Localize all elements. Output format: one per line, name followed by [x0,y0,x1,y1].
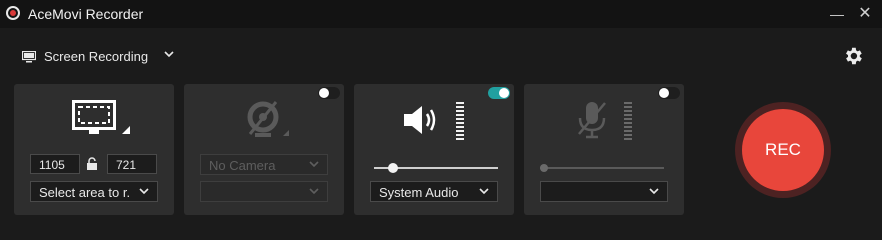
app-title: AceMovi Recorder [28,6,144,22]
app-logo-icon [6,6,20,20]
recording-mode-label: Screen Recording [44,49,149,64]
rec-button[interactable]: REC [742,109,824,191]
level-segment [456,114,464,116]
system-audio-value: System Audio [379,185,459,200]
camera-select-value: No Camera [209,158,276,173]
slider-thumb[interactable] [387,163,398,173]
settings-gear-icon[interactable] [842,45,864,67]
area-select-value: Select area to r... [39,185,131,200]
system-audio-panel: System Audio [354,84,514,215]
chevron-down-icon [649,188,659,195]
level-segment [456,102,464,104]
camera-resolution-dropdown[interactable] [200,181,328,202]
chevron-down-icon [309,188,319,195]
camera-select-dropdown[interactable]: No Camera [200,154,328,175]
microphone-off-icon[interactable] [576,100,608,140]
level-segment [624,118,632,120]
system-audio-toggle[interactable] [488,87,510,99]
minimize-button[interactable]: — [826,4,848,24]
level-segment [456,130,464,132]
width-input[interactable]: 1105 [30,154,80,174]
area-select-dropdown[interactable]: Select area to r... [30,181,158,202]
close-button[interactable]: ✕ [854,4,876,24]
speaker-icon[interactable] [402,104,442,136]
chevron-down-icon [164,51,174,58]
microphone-level-meter [624,102,632,142]
level-segment [624,114,632,116]
level-segment [624,106,632,108]
level-segment [624,110,632,112]
level-segment [456,106,464,108]
unlock-icon[interactable] [86,157,98,171]
level-segment [456,126,464,128]
screen-area-icon[interactable] [72,100,132,136]
camera-panel: No Camera [184,84,344,215]
microphone-toggle[interactable] [658,87,680,99]
microphone-panel [524,84,684,215]
level-segment [456,122,464,124]
level-segment [624,138,632,140]
slider-thumb[interactable] [540,164,548,172]
toggle-knob [659,88,669,98]
chevron-down-icon [309,161,319,168]
level-segment [624,122,632,124]
level-segment [456,118,464,120]
level-segment [624,126,632,128]
screen-panel: 1105 721 Select area to r... [14,84,174,215]
camera-off-icon[interactable] [246,100,292,140]
title-bar: AceMovi Recorder — ✕ [0,0,882,28]
level-segment [456,110,464,112]
camera-toggle[interactable] [318,87,340,99]
microphone-dropdown[interactable] [540,181,668,202]
height-input[interactable]: 721 [107,154,157,174]
level-segment [624,134,632,136]
chevron-down-icon [479,188,489,195]
level-segment [624,102,632,104]
chevron-down-icon [139,188,149,195]
level-segment [624,130,632,132]
system-audio-dropdown[interactable]: System Audio [370,181,498,202]
monitor-icon [22,51,36,63]
system-audio-volume-slider[interactable] [374,163,498,173]
level-segment [456,134,464,136]
toggle-knob [499,88,509,98]
microphone-volume-slider[interactable] [540,163,664,173]
slider-track [540,167,664,169]
toggle-knob [319,88,329,98]
system-audio-level-meter [456,102,464,142]
level-segment [456,138,464,140]
